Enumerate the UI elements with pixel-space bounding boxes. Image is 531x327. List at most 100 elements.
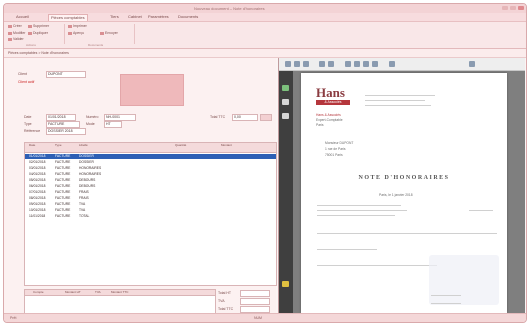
sender-line-3: Paris bbox=[316, 123, 324, 127]
menu-tab-documents[interactable]: Documents bbox=[176, 14, 200, 20]
delete-icon bbox=[28, 24, 32, 28]
save-icon[interactable] bbox=[303, 61, 309, 67]
client-info-box bbox=[120, 74, 184, 106]
table-row[interactable]: 09/01/2018 FACTURE TVA bbox=[25, 202, 276, 207]
table-row[interactable]: 08/01/2018 FACTURE FRAIS bbox=[25, 196, 276, 201]
total-line bbox=[431, 295, 461, 296]
table-row[interactable]: 03/01/2018 FACTURE HONORAIRES bbox=[25, 166, 276, 171]
numero-input[interactable]: NH-0001 bbox=[104, 114, 136, 121]
reference-label: Référence bbox=[24, 129, 41, 133]
cell-libelle: DEBOURS bbox=[79, 184, 96, 188]
preview-button[interactable]: Aperçu bbox=[68, 31, 84, 36]
table-row[interactable]: 01/01/2018 FACTURE DOSSIER bbox=[25, 154, 276, 159]
preview-icon bbox=[68, 31, 72, 35]
reference-input[interactable]: DOSSIER 2018 bbox=[46, 128, 86, 135]
cell-date: 08/01/2018 bbox=[29, 196, 46, 200]
pdf-toolbar bbox=[279, 58, 525, 71]
table-row[interactable]: 04/01/2018 FACTURE HONORAIRES bbox=[25, 172, 276, 177]
client-input[interactable]: DUPONT bbox=[46, 71, 86, 78]
column-header-quantite[interactable]: Quantité bbox=[175, 144, 186, 147]
thumbnails-icon[interactable] bbox=[282, 85, 289, 91]
pdf-viewer: Hans & Associés Hans & Associés Expert-C… bbox=[278, 58, 525, 313]
status-num-lock: NUM bbox=[254, 316, 262, 320]
menu-tab-accueil[interactable]: Accueil bbox=[14, 14, 31, 20]
recap-header-ht: Montant HT bbox=[65, 290, 81, 294]
duplicate-button[interactable]: Dupliquer bbox=[28, 31, 48, 36]
type-label: Type bbox=[24, 122, 32, 126]
document-title: NOTE D'HONORAIRES bbox=[358, 175, 450, 181]
zoom-out-icon[interactable] bbox=[319, 61, 325, 67]
pdf-sidebar bbox=[279, 71, 293, 313]
mail-icon bbox=[100, 31, 104, 35]
edit-button[interactable]: Modifier bbox=[8, 31, 25, 36]
column-header-date[interactable]: Date bbox=[29, 144, 35, 147]
vat-recap-header: Compte Montant HT TVA Montant TTC bbox=[25, 290, 215, 296]
menu-tab-parametres[interactable]: Paramètres bbox=[146, 14, 171, 20]
numero-label: Numéro bbox=[86, 115, 99, 119]
open-icon[interactable] bbox=[285, 61, 291, 67]
cell-type: FACTURE bbox=[55, 160, 71, 164]
next-page-icon[interactable] bbox=[363, 61, 369, 67]
sender-line-2: Expert-Comptable bbox=[316, 118, 343, 122]
ribbon: Créer Supprimer Modifier Dupliquer Valid… bbox=[4, 22, 526, 49]
minimize-button[interactable] bbox=[502, 6, 508, 10]
send-button[interactable]: Envoyer bbox=[100, 31, 118, 36]
fit-page-icon[interactable] bbox=[389, 61, 395, 67]
table-row[interactable]: 10/01/2018 FACTURE TVA bbox=[25, 208, 276, 213]
validate-button[interactable]: Valider bbox=[8, 37, 24, 42]
first-page-icon[interactable] bbox=[345, 61, 351, 67]
maximize-button[interactable] bbox=[510, 6, 516, 10]
mode-select[interactable]: HT bbox=[104, 121, 122, 128]
body-text-line bbox=[317, 205, 401, 206]
body-text-line bbox=[317, 233, 497, 234]
cell-libelle: FRAIS bbox=[79, 196, 89, 200]
header-rule bbox=[365, 95, 435, 96]
column-header-libelle[interactable]: Libellé bbox=[79, 144, 88, 147]
date-input[interactable]: 01/01/2018 bbox=[46, 114, 76, 121]
menu-bar: Accueil Pièces comptables Tiers Cabinet … bbox=[4, 13, 526, 22]
table-row[interactable]: 02/01/2018 FACTURE DOSSIER bbox=[25, 160, 276, 165]
print-button[interactable]: Imprimer bbox=[68, 24, 87, 29]
recap-header-tva: TVA bbox=[95, 290, 101, 294]
cell-date: 02/01/2018 bbox=[29, 160, 46, 164]
table-row[interactable]: 05/01/2018 FACTURE DEBOURS bbox=[25, 178, 276, 183]
print-label: Imprimer bbox=[73, 24, 87, 28]
menu-tab-cabinet[interactable]: Cabinet bbox=[126, 14, 144, 20]
recap-header-compte: Compte bbox=[33, 290, 44, 294]
table-row[interactable]: 06/01/2018 FACTURE DEBOURS bbox=[25, 184, 276, 189]
check-icon bbox=[8, 37, 12, 41]
print-icon[interactable] bbox=[294, 61, 300, 67]
column-header-type[interactable]: Type bbox=[55, 144, 62, 147]
total-tva-field bbox=[240, 298, 270, 305]
tools-icon[interactable] bbox=[282, 281, 289, 287]
column-header-montant[interactable]: Montant bbox=[221, 144, 232, 147]
client-line-1: Monsieur DUPONT bbox=[325, 141, 354, 145]
add-line-button[interactable] bbox=[260, 114, 272, 121]
cell-date: 05/01/2018 bbox=[29, 178, 46, 182]
prev-page-icon[interactable] bbox=[354, 61, 360, 67]
menu-tab-tiers[interactable]: Tiers bbox=[108, 14, 121, 20]
search-icon[interactable] bbox=[469, 61, 475, 67]
menu-tab-pieces[interactable]: Pièces comptables bbox=[48, 14, 88, 21]
window-title: Nouveau document – Note d'honoraires bbox=[194, 6, 265, 11]
attachments-icon[interactable] bbox=[282, 113, 289, 119]
bookmarks-icon[interactable] bbox=[282, 99, 289, 105]
table-row[interactable]: 07/01/2018 FACTURE FRAIS bbox=[25, 190, 276, 195]
table-row[interactable]: 11/01/2018 FACTURE TOTAL bbox=[25, 214, 276, 219]
create-button[interactable]: Créer bbox=[8, 24, 22, 29]
type-select[interactable]: FACTURE bbox=[46, 121, 80, 128]
cell-type: FACTURE bbox=[55, 184, 71, 188]
delete-button[interactable]: Supprimer bbox=[28, 24, 49, 29]
close-button[interactable] bbox=[518, 6, 524, 10]
header-rule bbox=[365, 100, 425, 101]
body-text-line bbox=[317, 249, 377, 250]
body-text-line bbox=[317, 215, 395, 216]
zoom-in-icon[interactable] bbox=[328, 61, 334, 67]
cell-type: FACTURE bbox=[55, 208, 71, 212]
ribbon-group-actions: Actions bbox=[26, 43, 36, 47]
company-logo-subtitle: & Associés bbox=[316, 100, 350, 105]
printer-icon bbox=[68, 24, 72, 28]
cell-libelle: FRAIS bbox=[79, 190, 89, 194]
pdf-page: Hans & Associés Hans & Associés Expert-C… bbox=[301, 73, 507, 313]
last-page-icon[interactable] bbox=[372, 61, 378, 67]
